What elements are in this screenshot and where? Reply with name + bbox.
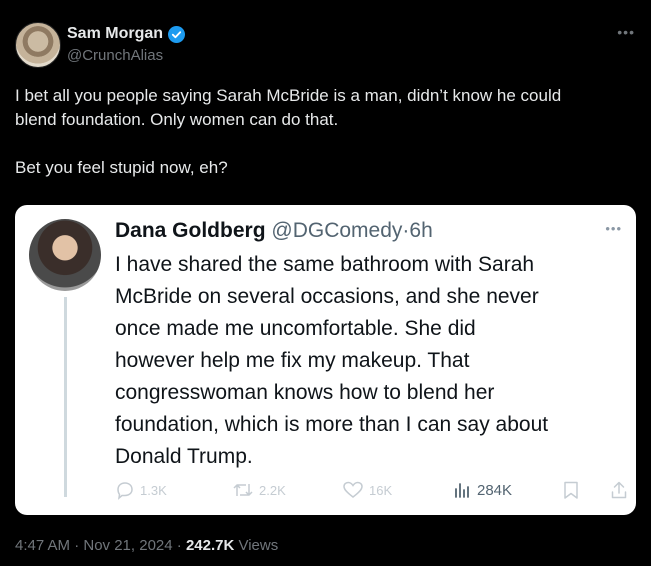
quoted-tweet-text: I have shared the same bathroom with Sar… xyxy=(115,253,549,468)
views-count-quoted: 284K xyxy=(477,481,513,499)
reply-icon xyxy=(117,482,133,500)
views-label: Views xyxy=(234,537,279,554)
quoted-action-bar: 1.3K 2.2K 16K 284K xyxy=(115,480,628,502)
quoted-author-handle[interactable]: @DGComedy xyxy=(271,219,402,242)
tweet-footer: 4:47 AM · Nov 21, 2024 · 242.7K Views xyxy=(15,537,278,554)
author-name[interactable]: Sam Morgan xyxy=(67,25,163,43)
author-handle[interactable]: @CrunchAlias xyxy=(67,47,163,64)
verified-badge-icon xyxy=(168,25,186,43)
reply-count: 1.3K xyxy=(140,482,167,498)
reply-action[interactable]: 1.3K xyxy=(115,480,167,500)
share-action[interactable] xyxy=(610,480,628,500)
share-icon xyxy=(611,481,627,499)
retweet-icon xyxy=(233,484,253,496)
heart-icon xyxy=(343,481,363,498)
quoted-author-avatar[interactable] xyxy=(29,219,101,291)
like-count: 16K xyxy=(369,482,393,498)
bookmark-icon xyxy=(564,481,578,499)
bookmark-action[interactable] xyxy=(562,480,580,500)
author-avatar[interactable] xyxy=(15,22,61,68)
retweet-action[interactable]: 2.2K xyxy=(232,480,286,500)
quoted-more-icon[interactable]: ••• xyxy=(605,221,622,236)
views-count: 242.7K xyxy=(185,537,235,554)
thread-line xyxy=(64,297,67,497)
analytics-icon xyxy=(455,483,469,498)
more-horizontal-icon[interactable]: ••• xyxy=(617,24,635,40)
author-name-row: Sam Morgan xyxy=(67,25,186,43)
views-action[interactable]: 284K xyxy=(452,480,512,500)
retweet-count: 2.2K xyxy=(259,482,286,498)
tweet-header: Sam Morgan @CrunchAlias ••• xyxy=(15,22,635,68)
quoted-tweet-card[interactable]: Dana Goldberg @DGComedy·6h ••• I have sh… xyxy=(15,205,636,515)
tweet-text: I bet all you people saying Sarah McBrid… xyxy=(15,86,562,177)
quoted-tweet-header: Dana Goldberg @DGComedy·6h xyxy=(115,219,433,243)
quoted-tweet-time[interactable]: 6h xyxy=(409,219,432,242)
like-action[interactable]: 16K xyxy=(342,480,392,500)
tweet-timestamp[interactable]: 4:47 AM · Nov 21, 2024 · xyxy=(15,537,186,554)
quoted-author-name[interactable]: Dana Goldberg xyxy=(115,219,266,242)
